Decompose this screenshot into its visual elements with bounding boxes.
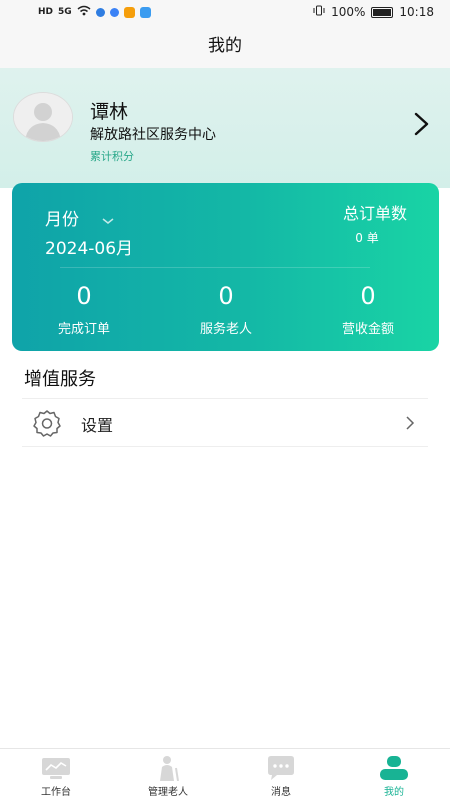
stat-value: 0 — [360, 282, 376, 310]
signal-indicator: 5G — [58, 7, 72, 17]
chevron-right-icon[interactable] — [408, 108, 434, 140]
section-title: 增值服务 — [24, 369, 96, 390]
app-notification-icon — [95, 7, 105, 17]
tab-label: 工作台 — [41, 787, 71, 798]
gear-icon — [32, 408, 62, 438]
stat-label: 完成订单 — [57, 322, 110, 337]
month-label[interactable]: 月份 — [45, 205, 79, 230]
cloud-app-icon — [139, 6, 151, 18]
hd-indicator: HD — [38, 7, 54, 17]
profile-organization: 解放路社区服务中心 — [90, 127, 216, 143]
tab-messages[interactable]: 消息 — [225, 749, 337, 801]
stat-value: 0 — [218, 282, 234, 310]
month-value[interactable]: 2024-06月 — [45, 234, 133, 259]
status-bar: HD 5G 100% 10:18 — [0, 0, 450, 26]
stat-label: 服务老人 — [199, 322, 252, 337]
battery-percent: 100% — [331, 5, 366, 19]
total-orders-label: 总订单数 — [342, 204, 407, 223]
tab-label: 消息 — [271, 787, 291, 798]
settings-label: 设置 — [81, 416, 114, 435]
tab-label: 管理老人 — [148, 787, 188, 798]
stat-value: 0 — [76, 282, 92, 310]
video-app-icon — [123, 6, 135, 18]
settings-row[interactable]: 设置 — [22, 399, 428, 446]
page-title: 我的 — [0, 26, 450, 68]
wifi-icon — [77, 5, 91, 19]
stat-served-elderly[interactable]: 0 服务老人 — [166, 279, 286, 337]
chevron-down-icon[interactable] — [101, 211, 115, 224]
stat-completed-orders[interactable]: 0 完成订单 — [24, 279, 144, 337]
tab-label: 我的 — [384, 787, 404, 798]
chevron-right-icon — [405, 415, 415, 431]
user-icon — [378, 755, 410, 781]
chat-bubble-icon — [265, 755, 297, 781]
clock: 10:18 — [399, 5, 434, 19]
profile-name: 谭林 — [90, 101, 129, 123]
vibrate-icon — [313, 5, 325, 19]
monitor-icon — [40, 755, 72, 781]
battery-icon — [371, 6, 394, 18]
total-orders-value: 0 单 — [355, 231, 379, 245]
points-link[interactable]: 累计积分 — [90, 148, 134, 164]
avatar[interactable] — [13, 92, 73, 142]
tab-workbench[interactable]: 工作台 — [0, 749, 112, 801]
app-notification-icon — [109, 7, 119, 17]
tab-mine[interactable]: 我的 — [338, 749, 450, 801]
tab-manage-elderly[interactable]: 管理老人 — [112, 749, 224, 801]
divider — [60, 267, 370, 268]
stat-label: 营收金额 — [341, 322, 394, 337]
elderly-icon — [152, 755, 184, 782]
bottom-tab-bar: 工作台 管理老人 消息 我的 — [0, 748, 450, 801]
stat-revenue[interactable]: 0 营收金额 — [308, 279, 428, 337]
divider — [22, 446, 428, 447]
order-summary-card: 月份 2024-06月 总订单数 0 单 0 完成订单 0 服务老人 0 营收金… — [12, 183, 439, 351]
